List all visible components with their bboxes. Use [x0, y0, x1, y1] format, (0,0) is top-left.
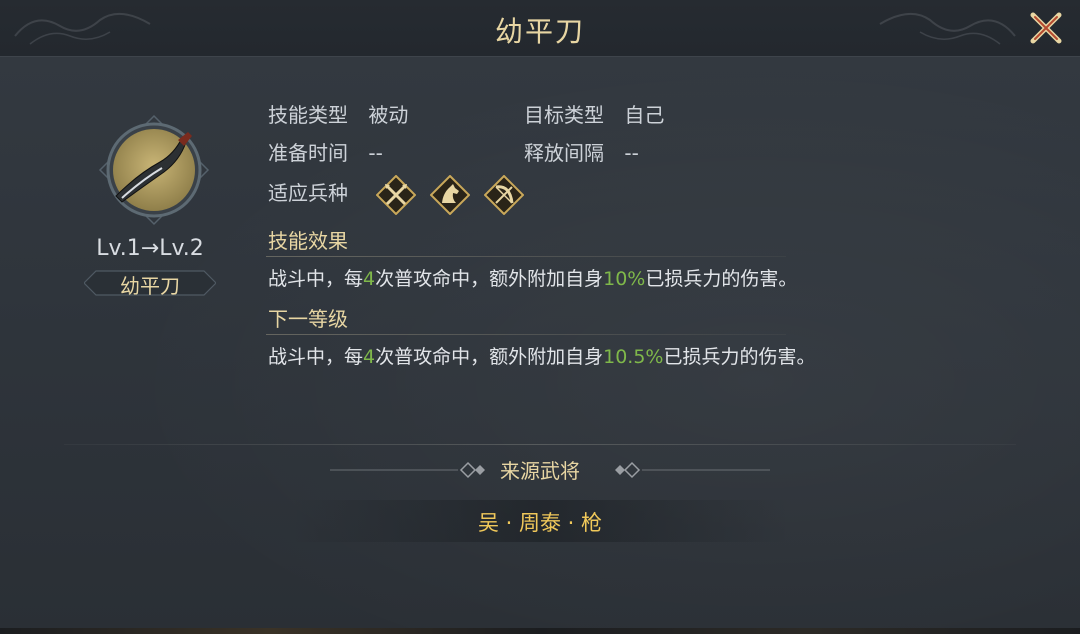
skill-name: 幼平刀: [120, 274, 180, 298]
spear-icon: [376, 175, 416, 215]
next-percent: 10.5%: [603, 346, 664, 368]
troop-label: 适应兵种: [268, 181, 348, 205]
skill-detail-panel: 幼平刀 Lv.1→Lv.2 幼平刀 技能类型 被动 目标类型 自己 准备时间 -…: [0, 0, 1080, 634]
skill-name-tag: 幼平刀: [83, 268, 217, 298]
next-count: 4: [363, 346, 376, 368]
effect-title: 技能效果: [268, 229, 348, 253]
close-icon[interactable]: [1026, 8, 1066, 48]
interval-value: --: [624, 141, 639, 165]
troop-row: 适应兵种: [268, 178, 348, 208]
next-level-description: 战斗中，每4次普攻命中，额外附加自身10.5%已损兵力的伤害。: [268, 342, 816, 372]
next-level-title: 下一等级: [268, 307, 348, 331]
bottom-strip: [0, 628, 1080, 634]
effect-count: 4: [363, 268, 376, 290]
prep-time-row: 准备时间 --: [268, 138, 383, 168]
right-diamond-ornament-icon: [615, 461, 770, 479]
effect-percent: 10%: [603, 268, 646, 290]
interval-label: 释放间隔: [524, 141, 604, 165]
effect-middle: 次普攻命中，额外附加自身: [375, 268, 604, 290]
section-divider: [64, 444, 1016, 445]
skill-type-label: 技能类型: [268, 103, 348, 127]
page-title: 幼平刀: [494, 15, 585, 48]
source-general-link[interactable]: 吴 · 周泰 · 枪: [0, 507, 1080, 537]
skill-type-row: 技能类型 被动: [268, 100, 408, 130]
next-level-divider: [266, 334, 786, 335]
prep-time-label: 准备时间: [268, 141, 348, 165]
target-type-row: 目标类型 自己: [524, 100, 664, 130]
bow-icon: [484, 175, 524, 215]
target-type-value: 自己: [624, 103, 665, 127]
effect-description: 战斗中，每4次普攻命中，额外附加自身10%已损兵力的伤害。: [268, 264, 797, 294]
next-suffix: 已损兵力的伤害。: [663, 346, 816, 368]
horse-icon: [430, 175, 470, 215]
next-prefix: 战斗中，每: [268, 346, 364, 368]
source-general-title: 来源武将: [500, 459, 580, 483]
header-bar: 幼平刀: [0, 0, 1080, 57]
skill-level: Lv.1→Lv.2: [96, 236, 204, 261]
effect-suffix: 已损兵力的伤害。: [645, 268, 798, 290]
prep-time-value: --: [368, 141, 383, 165]
effect-divider: [266, 256, 786, 257]
next-middle: 次普攻命中，额外附加自身: [375, 346, 604, 368]
skill-blade-icon: [98, 114, 210, 226]
skill-type-value: 被动: [368, 103, 409, 127]
effect-prefix: 战斗中，每: [268, 268, 364, 290]
target-type-label: 目标类型: [524, 103, 604, 127]
interval-row: 释放间隔 --: [524, 138, 639, 168]
